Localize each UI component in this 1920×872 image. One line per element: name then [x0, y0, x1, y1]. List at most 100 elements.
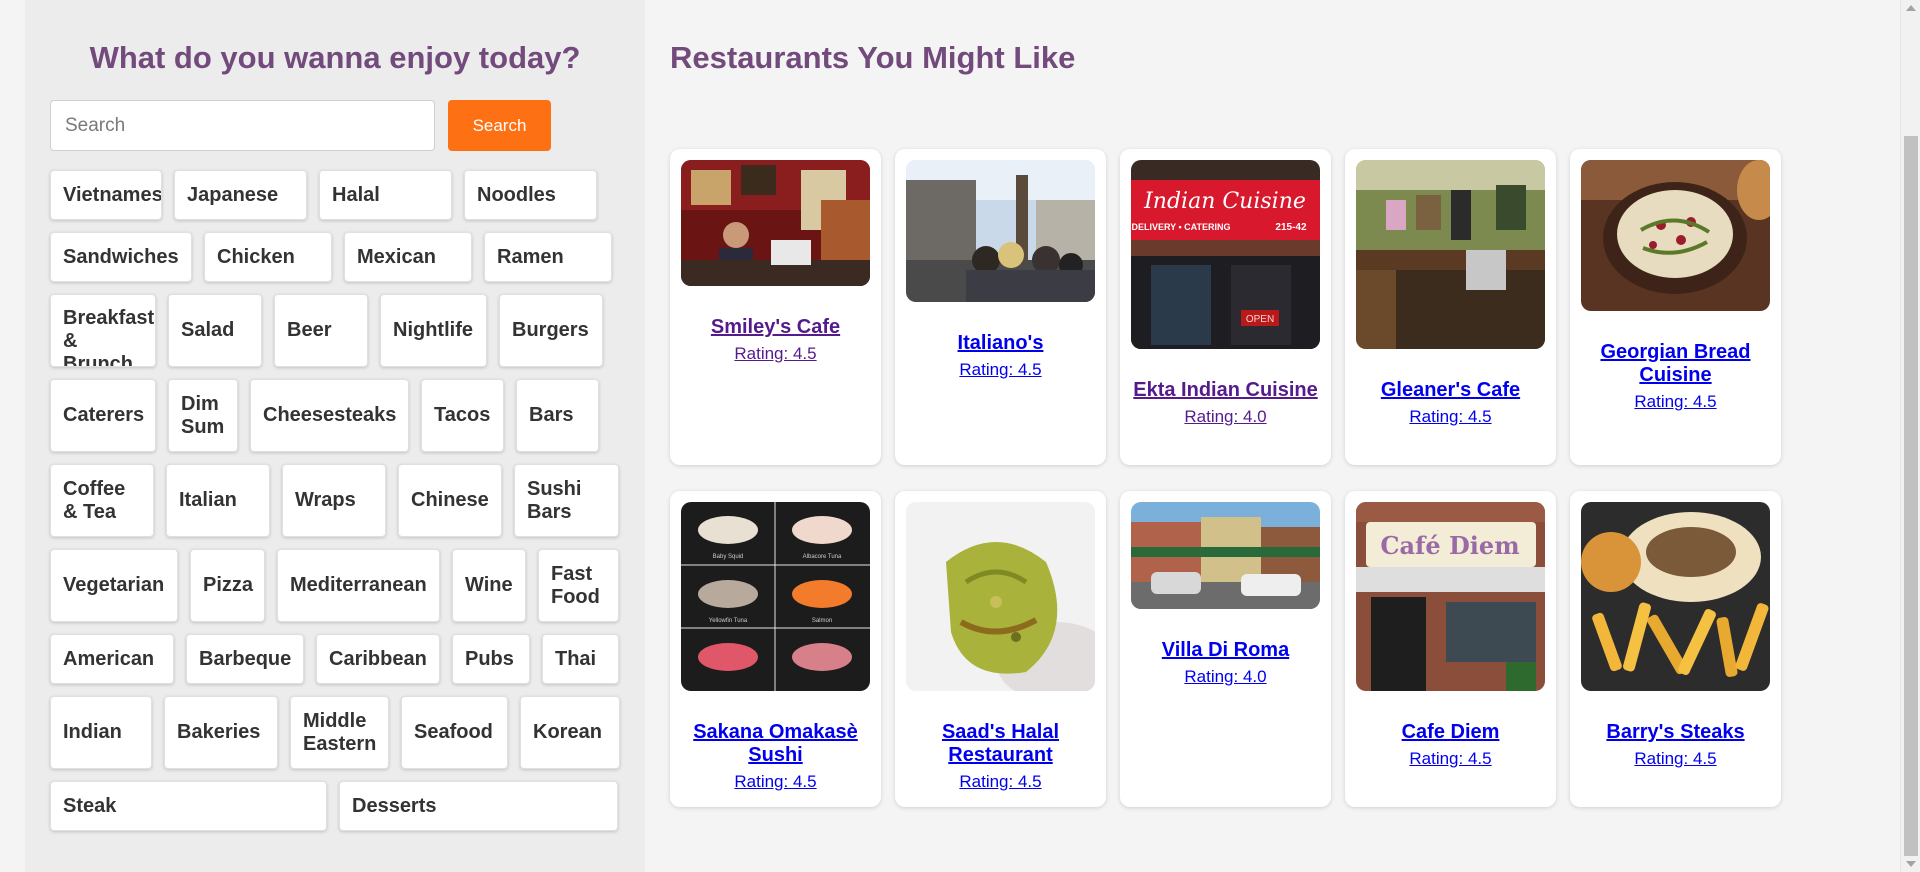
- restaurant-image: [1131, 502, 1320, 609]
- storefront-sign-text: Café Diem: [1380, 531, 1519, 560]
- page-scrollbar[interactable]: [1900, 0, 1920, 872]
- category-button[interactable]: Wraps: [282, 464, 386, 537]
- category-button[interactable]: Mediterranean: [277, 549, 440, 622]
- category-button[interactable]: Ramen: [484, 232, 612, 282]
- category-button[interactable]: Nightlife: [380, 294, 487, 367]
- category-button[interactable]: Korean: [520, 696, 620, 769]
- restaurant-rating-link[interactable]: Rating: 4.5: [681, 772, 870, 792]
- category-row: Indian Bakeries Middle Eastern Seafood K…: [50, 696, 620, 769]
- category-button[interactable]: American: [50, 634, 174, 684]
- restaurant-name-link[interactable]: Cafe Diem: [1356, 721, 1545, 744]
- category-button[interactable]: Halal: [319, 170, 452, 220]
- category-button[interactable]: Japanese: [174, 170, 307, 220]
- restaurant-photo[interactable]: Café Diem: [1356, 502, 1545, 691]
- restaurant-name-link[interactable]: Ekta Indian Cuisine: [1131, 379, 1320, 402]
- restaurant-card: Café Diem Cafe Diem Rating: 4.5: [1345, 491, 1556, 807]
- restaurant-grid: Smiley's Cafe Rating: 4.5 Italiano's Rat…: [670, 149, 1781, 807]
- restaurant-photo[interactable]: [681, 160, 870, 286]
- category-button[interactable]: Wine: [452, 549, 526, 622]
- category-row: Caterers Dim Sum Cheesesteaks Tacos Bars: [50, 379, 619, 452]
- category-button[interactable]: Coffee & Tea: [50, 464, 154, 537]
- restaurant-rating-link[interactable]: Rating: 4.5: [1356, 407, 1545, 427]
- category-button[interactable]: Pubs: [452, 634, 530, 684]
- storefront-sign-subtext: DELIVERY • CATERING: [1132, 222, 1231, 232]
- restaurant-image: [1356, 160, 1545, 349]
- category-button[interactable]: Bars: [516, 379, 599, 452]
- category-row: American Barbeque Caribbean Pubs Thai: [50, 634, 619, 684]
- restaurant-image: [906, 160, 1095, 302]
- category-button[interactable]: Bakeries: [164, 696, 278, 769]
- category-button[interactable]: Noodles: [464, 170, 597, 220]
- category-row: Breakfast & Brunch Salad Beer Nightlife …: [50, 294, 619, 367]
- sushi-label: Yellowfin Tuna: [709, 618, 748, 624]
- category-button[interactable]: Barbeque: [186, 634, 304, 684]
- category-button[interactable]: Burgers: [499, 294, 603, 367]
- scroll-up-arrow-icon[interactable]: [1906, 5, 1916, 11]
- category-button[interactable]: Chinese: [398, 464, 502, 537]
- category-button[interactable]: Sandwiches: [50, 232, 192, 282]
- restaurant-rating-link[interactable]: Rating: 4.5: [681, 344, 870, 364]
- category-button[interactable]: Fast Food: [538, 549, 619, 622]
- category-row: Sandwiches Chicken Mexican Ramen: [50, 232, 619, 282]
- restaurant-rating-link[interactable]: Rating: 4.0: [1131, 667, 1320, 687]
- restaurant-name-link[interactable]: Barry's Steaks: [1581, 721, 1770, 744]
- restaurant-name-link[interactable]: Gleaner's Cafe: [1356, 379, 1545, 402]
- category-button[interactable]: Caribbean: [316, 634, 440, 684]
- category-button[interactable]: Pizza: [190, 549, 265, 622]
- restaurant-rating-link[interactable]: Rating: 4.5: [1581, 392, 1770, 412]
- category-button[interactable]: Middle Eastern: [290, 696, 389, 769]
- category-button[interactable]: Cheesesteaks: [250, 379, 409, 452]
- category-button[interactable]: Sushi Bars: [514, 464, 619, 537]
- storefront-sign-text: Indian Cuisine: [1143, 189, 1306, 214]
- category-row: Steak Desserts: [50, 781, 619, 831]
- restaurant-photo[interactable]: [1131, 502, 1320, 609]
- search-button[interactable]: Search: [448, 100, 551, 151]
- sushi-label: Albacore Tuna: [803, 554, 842, 560]
- restaurant-name-link[interactable]: Villa Di Roma: [1131, 639, 1320, 662]
- open-sign-text: OPEN: [1246, 314, 1274, 325]
- search-input[interactable]: [50, 100, 435, 151]
- category-button[interactable]: Vegetarian: [50, 549, 178, 622]
- restaurant-rating-link[interactable]: Rating: 4.5: [906, 360, 1095, 380]
- category-button[interactable]: Beer: [274, 294, 368, 367]
- sushi-label: Baby Squid: [713, 554, 744, 560]
- category-button[interactable]: Dim Sum: [168, 379, 238, 452]
- category-button[interactable]: Salad: [168, 294, 262, 367]
- restaurant-rating-link[interactable]: Rating: 4.5: [906, 772, 1095, 792]
- category-button[interactable]: Seafood: [401, 696, 508, 769]
- storefront-phone-text: 215-42: [1275, 222, 1307, 233]
- category-button[interactable]: Italian: [166, 464, 270, 537]
- restaurant-photo[interactable]: [1581, 502, 1770, 691]
- restaurant-card: Indian Cuisine DELIVERY • CATERING 215-4…: [1120, 149, 1331, 465]
- category-button[interactable]: Chicken: [204, 232, 332, 282]
- restaurant-photo[interactable]: Indian Cuisine DELIVERY • CATERING 215-4…: [1131, 160, 1320, 349]
- category-list: Vietnamese Japanese Halal Noodles Sandwi…: [50, 170, 620, 831]
- scroll-thumb[interactable]: [1904, 136, 1918, 856]
- category-button[interactable]: Thai: [542, 634, 619, 684]
- restaurant-name-link[interactable]: Sakana Omakasè Sushi: [681, 721, 870, 767]
- restaurant-name-link[interactable]: Georgian Bread Cuisine: [1581, 341, 1770, 387]
- restaurant-photo[interactable]: [1356, 160, 1545, 349]
- restaurant-image: [1581, 502, 1770, 691]
- category-button[interactable]: Desserts: [339, 781, 618, 831]
- scroll-down-arrow-icon[interactable]: [1906, 861, 1916, 867]
- restaurant-photo[interactable]: [1581, 160, 1770, 311]
- category-button[interactable]: Vietnamese: [50, 170, 162, 220]
- restaurant-name-link[interactable]: Italiano's: [906, 332, 1095, 355]
- category-button[interactable]: Steak: [50, 781, 327, 831]
- restaurant-image: [681, 160, 870, 286]
- restaurant-image: [906, 502, 1095, 691]
- category-button[interactable]: Mexican: [344, 232, 472, 282]
- restaurant-name-link[interactable]: Smiley's Cafe: [681, 316, 870, 339]
- category-button[interactable]: Indian: [50, 696, 152, 769]
- restaurant-photo[interactable]: [906, 502, 1095, 691]
- restaurant-photo[interactable]: Baby Squid Albacore Tuna Yellowfin Tuna …: [681, 502, 870, 691]
- restaurant-rating-link[interactable]: Rating: 4.5: [1581, 749, 1770, 769]
- category-button[interactable]: Breakfast & Brunch: [50, 294, 156, 367]
- category-button[interactable]: Caterers: [50, 379, 156, 452]
- restaurant-photo[interactable]: [906, 160, 1095, 302]
- restaurant-name-link[interactable]: Saad's Halal Restaurant: [906, 721, 1095, 767]
- restaurant-rating-link[interactable]: Rating: 4.0: [1131, 407, 1320, 427]
- restaurant-rating-link[interactable]: Rating: 4.5: [1356, 749, 1545, 769]
- category-button[interactable]: Tacos: [421, 379, 504, 452]
